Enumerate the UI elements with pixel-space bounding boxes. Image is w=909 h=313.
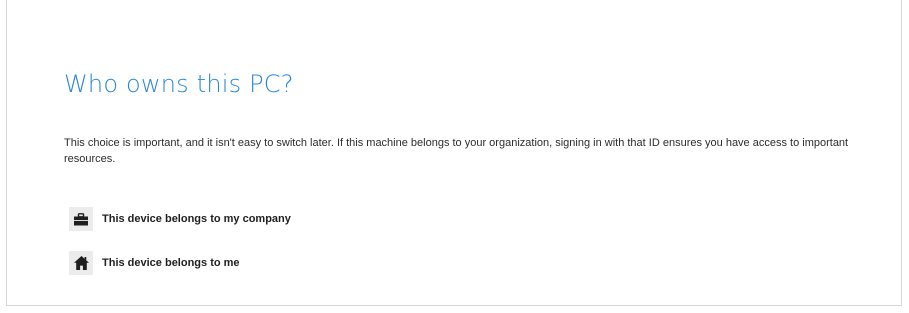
- page-title: Who owns this PC?: [64, 70, 294, 98]
- setup-page: Who owns this PC? This choice is importa…: [6, 0, 902, 306]
- home-icon: [69, 251, 93, 275]
- option-personal-device[interactable]: This device belongs to me: [69, 251, 240, 275]
- briefcase-icon: [69, 207, 93, 231]
- page-description: This choice is important, and it isn't e…: [64, 137, 849, 165]
- option-company-label: This device belongs to my company: [102, 213, 291, 225]
- option-company-device[interactable]: This device belongs to my company: [69, 207, 291, 231]
- option-personal-label: This device belongs to me: [102, 257, 240, 269]
